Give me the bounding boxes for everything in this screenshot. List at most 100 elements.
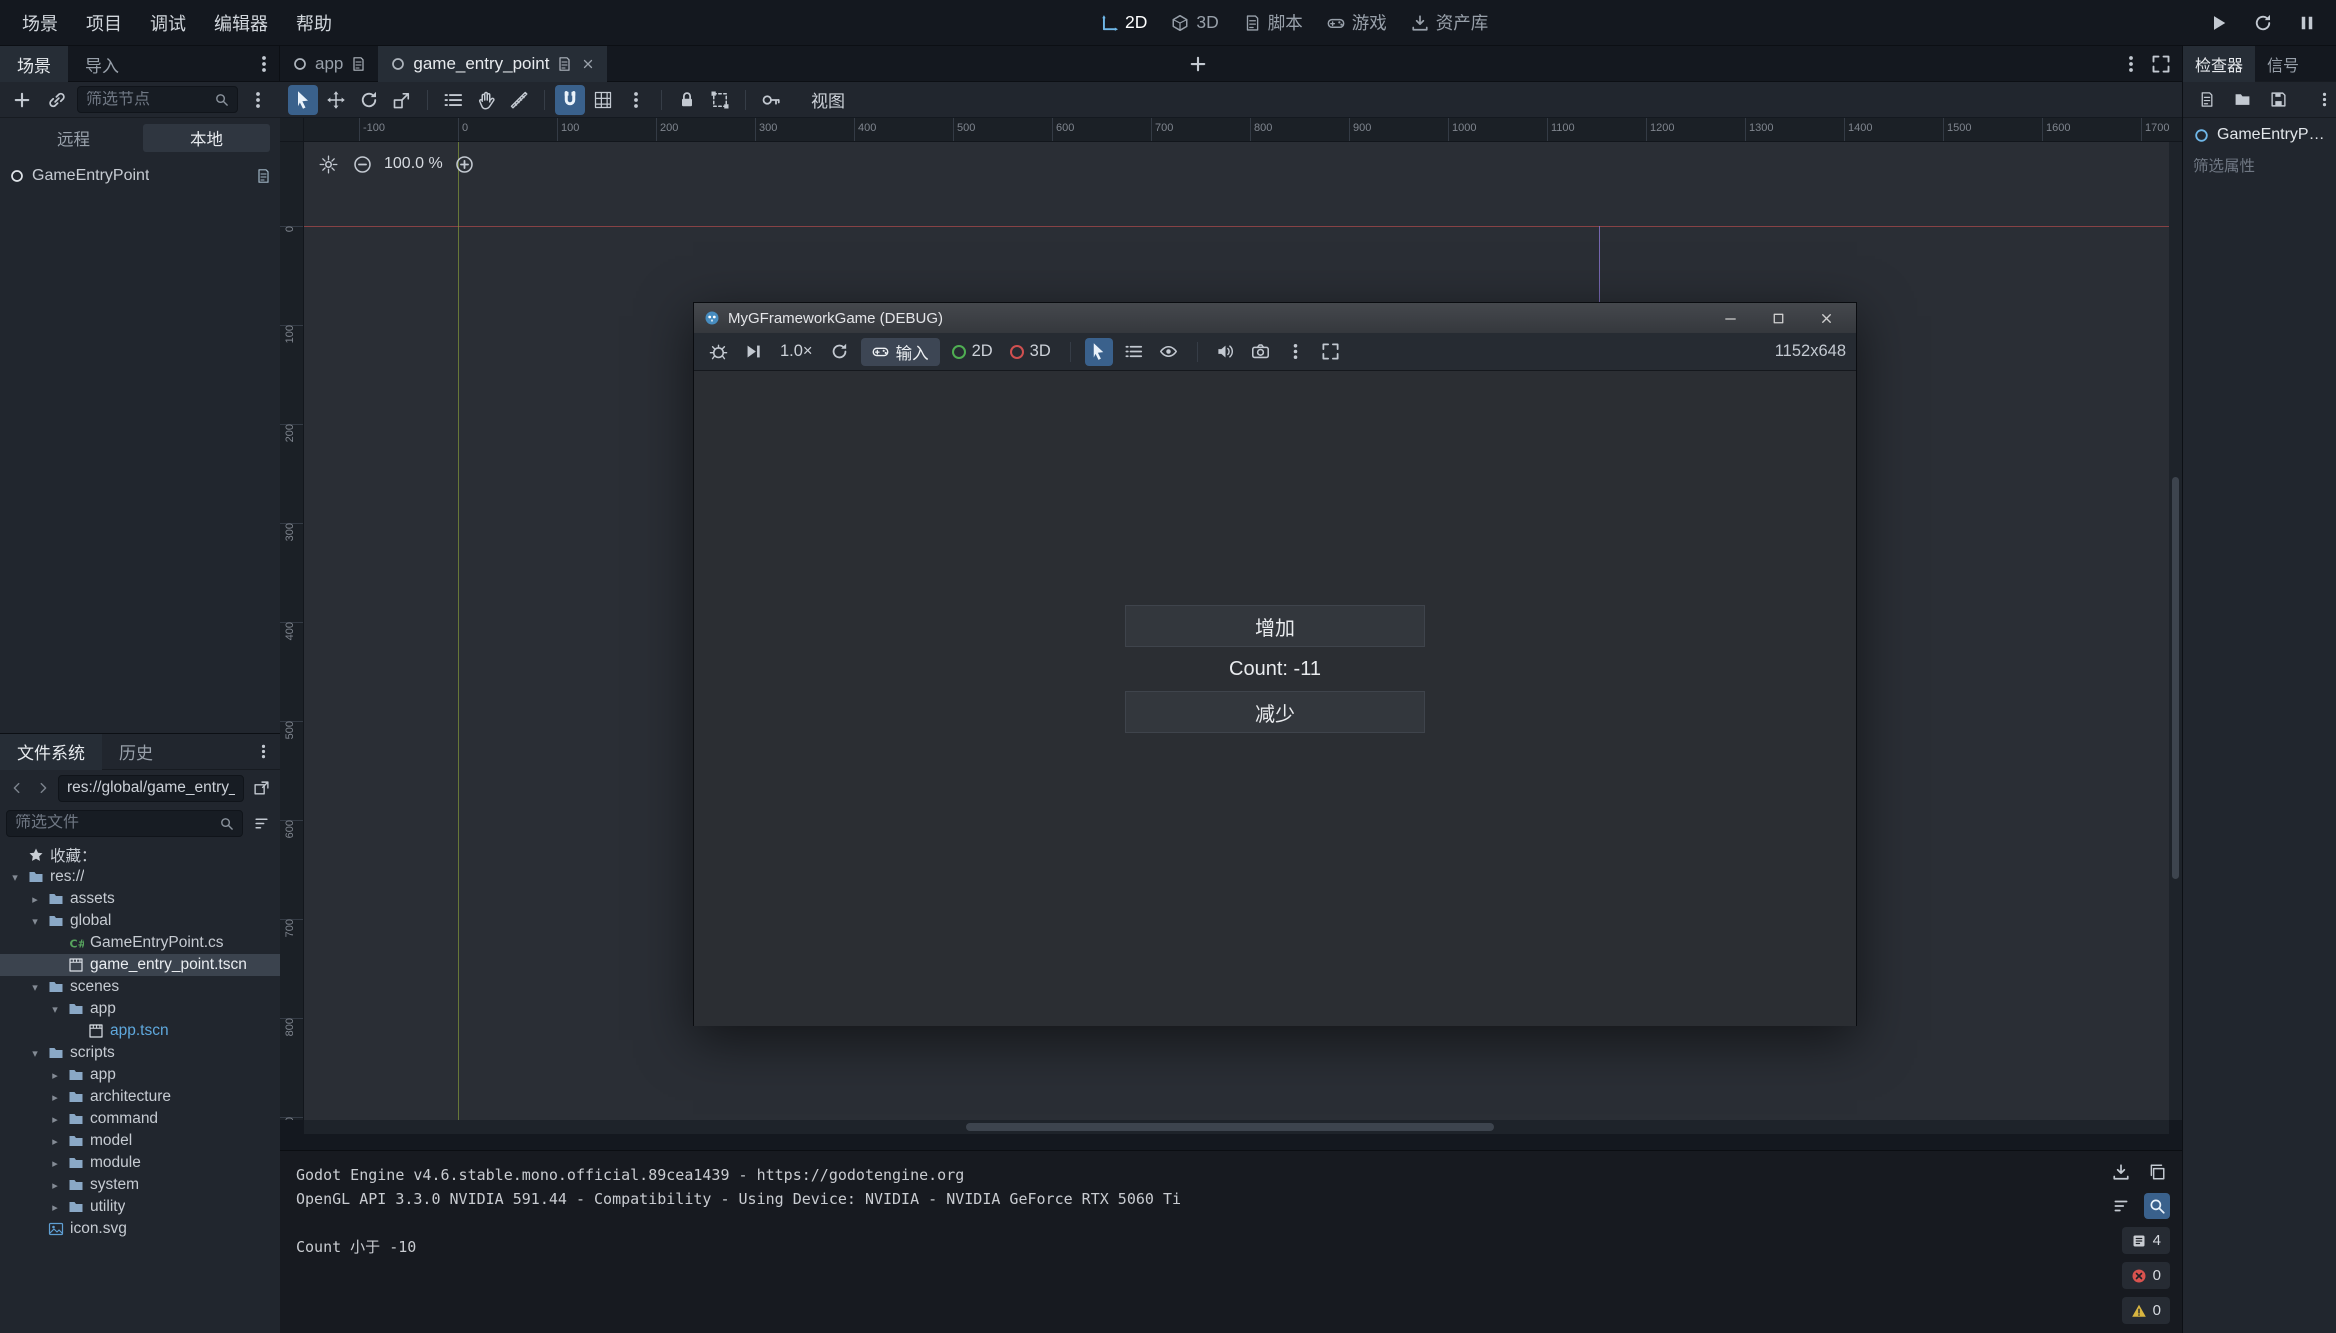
expand-arrow[interactable]: ▾ (8, 871, 22, 884)
rotate-tool-icon[interactable] (354, 85, 384, 115)
zoom-in-icon[interactable] (453, 152, 477, 176)
fs-item-utility[interactable]: ▸utility (0, 1196, 280, 1218)
log-search-icon[interactable] (2144, 1193, 2170, 1219)
expand-editor-icon[interactable] (2146, 49, 2176, 79)
node-list-icon[interactable] (1120, 338, 1148, 366)
dock-tab-scene[interactable]: 场景 (0, 46, 68, 82)
inspector-menu-icon[interactable] (2311, 87, 2336, 113)
grid-snap-toggle-icon[interactable] (588, 85, 618, 115)
scene-tab-app[interactable]: app (280, 46, 378, 82)
center-view-icon[interactable] (316, 152, 340, 176)
menu-project[interactable]: 项目 (72, 0, 136, 45)
add-node-icon[interactable] (7, 85, 37, 115)
fs-item-architecture[interactable]: ▸architecture (0, 1086, 280, 1108)
attached-script-icon[interactable] (254, 168, 272, 184)
fs-item-gameentrypoint-cs[interactable]: C#GameEntryPoint.cs (0, 932, 280, 954)
split-dock-icon[interactable] (248, 775, 274, 801)
menu-debug[interactable]: 调试 (136, 0, 200, 45)
scene-root-node[interactable]: GameEntryPoint (0, 164, 280, 188)
save-log-icon[interactable] (2108, 1159, 2134, 1185)
fs-item-global[interactable]: ▾global (0, 910, 280, 932)
fs-item-system[interactable]: ▸system (0, 1174, 280, 1196)
restart-icon[interactable] (2248, 8, 2278, 38)
play-icon[interactable] (2204, 8, 2234, 38)
select-mode-icon[interactable] (1085, 338, 1113, 366)
snap-options-icon[interactable] (621, 85, 651, 115)
filter-nodes-input[interactable] (86, 91, 208, 109)
fs-item-model[interactable]: ▸model (0, 1130, 280, 1152)
debugger-badge[interactable]: 4 (2122, 1227, 2170, 1254)
expand-arrow[interactable]: ▾ (28, 1047, 42, 1060)
favorites-row[interactable]: 收藏： (0, 844, 280, 866)
copy-log-icon[interactable] (2144, 1159, 2170, 1185)
fs-item-assets[interactable]: ▸assets (0, 888, 280, 910)
instance-scene-icon[interactable] (42, 85, 72, 115)
fs-item-res[interactable]: ▾res:// (0, 866, 280, 888)
expand-arrow[interactable]: ▸ (48, 1091, 62, 1104)
smart-snap-toggle-icon[interactable] (555, 85, 585, 115)
fs-menu-icon[interactable] (250, 739, 276, 765)
fs-item-scenes[interactable]: ▾scenes (0, 976, 280, 998)
new-resource-icon[interactable] (2193, 87, 2219, 113)
expand-arrow[interactable]: ▸ (48, 1135, 62, 1148)
workspace-game[interactable]: 游戏 (1327, 10, 1387, 35)
pan-tool-icon[interactable] (471, 85, 501, 115)
game-window-titlebar[interactable]: MyGFrameworkGame (DEBUG) (694, 303, 1856, 333)
workspace-script[interactable]: 脚本 (1243, 10, 1303, 35)
fs-item-module[interactable]: ▸module (0, 1152, 280, 1174)
zoom-level[interactable]: 100.0 % (384, 155, 443, 173)
expand-arrow[interactable]: ▾ (48, 1003, 62, 1016)
expand-arrow[interactable]: ▸ (48, 1201, 62, 1214)
vertical-scrollbar[interactable] (2169, 142, 2182, 1120)
next-frame-icon[interactable] (739, 338, 767, 366)
filter-files-input[interactable] (15, 814, 213, 832)
select-tool-icon[interactable] (288, 85, 318, 115)
camera-override-icon[interactable] (1247, 338, 1275, 366)
menu-scene[interactable]: 场景 (8, 0, 72, 45)
filter-properties-input[interactable] (2193, 158, 2326, 176)
vscroll-thumb[interactable] (2172, 477, 2179, 879)
audio-mute-icon[interactable] (1212, 338, 1240, 366)
menu-help[interactable]: 帮助 (282, 0, 346, 45)
minimize-icon[interactable] (1710, 303, 1750, 333)
local-tab[interactable]: 本地 (143, 124, 270, 152)
expand-arrow[interactable]: ▸ (48, 1113, 62, 1126)
dock-tab-signals[interactable]: 信号 (2255, 46, 2311, 82)
lock-selected-icon[interactable] (672, 85, 702, 115)
expand-arrow[interactable]: ▾ (28, 915, 42, 928)
debug-options-icon[interactable] (704, 338, 732, 366)
current-path-input[interactable] (67, 779, 235, 797)
workspace-2d[interactable]: 2D (1100, 12, 1147, 33)
ruler-tool-icon[interactable] (504, 85, 534, 115)
scale-tool-icon[interactable] (387, 85, 417, 115)
fs-item-app-tscn[interactable]: app.tscn (0, 1020, 280, 1042)
expand-arrow[interactable]: ▾ (28, 981, 42, 994)
reset-speed-icon[interactable] (826, 338, 854, 366)
increase-button[interactable]: 增加 (1125, 605, 1425, 647)
visibility-icon[interactable] (1155, 338, 1183, 366)
save-resource-icon[interactable] (2265, 87, 2291, 113)
close-icon[interactable] (1806, 303, 1846, 333)
more-options-icon[interactable] (1282, 338, 1310, 366)
dock-tab-inspector[interactable]: 检查器 (2183, 46, 2255, 82)
maximize-icon[interactable] (1758, 303, 1798, 333)
toggle-3d[interactable]: 3D (1005, 342, 1056, 361)
decrease-button[interactable]: 减少 (1125, 691, 1425, 733)
new-tab-icon[interactable] (1183, 49, 1213, 79)
warning-badge[interactable]: 0 (2122, 1297, 2170, 1324)
hscroll-thumb[interactable] (966, 1123, 1494, 1131)
error-badge[interactable]: 0 (2122, 1262, 2170, 1289)
dock-tab-filesystem[interactable]: 文件系统 (0, 734, 102, 770)
fs-item-command[interactable]: ▸command (0, 1108, 280, 1130)
menu-editor[interactable]: 编辑器 (200, 0, 282, 45)
close-tab-icon[interactable] (581, 57, 595, 71)
toggle-2d[interactable]: 2D (947, 342, 998, 361)
input-mode-toggle[interactable]: 输入 (861, 338, 940, 366)
dock-menu-icon[interactable] (249, 49, 279, 79)
move-tool-icon[interactable] (321, 85, 351, 115)
scene-tab-game_entry_point[interactable]: game_entry_point (378, 46, 607, 82)
group-selected-icon[interactable] (705, 85, 735, 115)
scene-tree-menu-icon[interactable] (243, 85, 273, 115)
nav-forward-icon[interactable] (32, 777, 54, 799)
view-menu[interactable]: 视图 (803, 87, 853, 112)
